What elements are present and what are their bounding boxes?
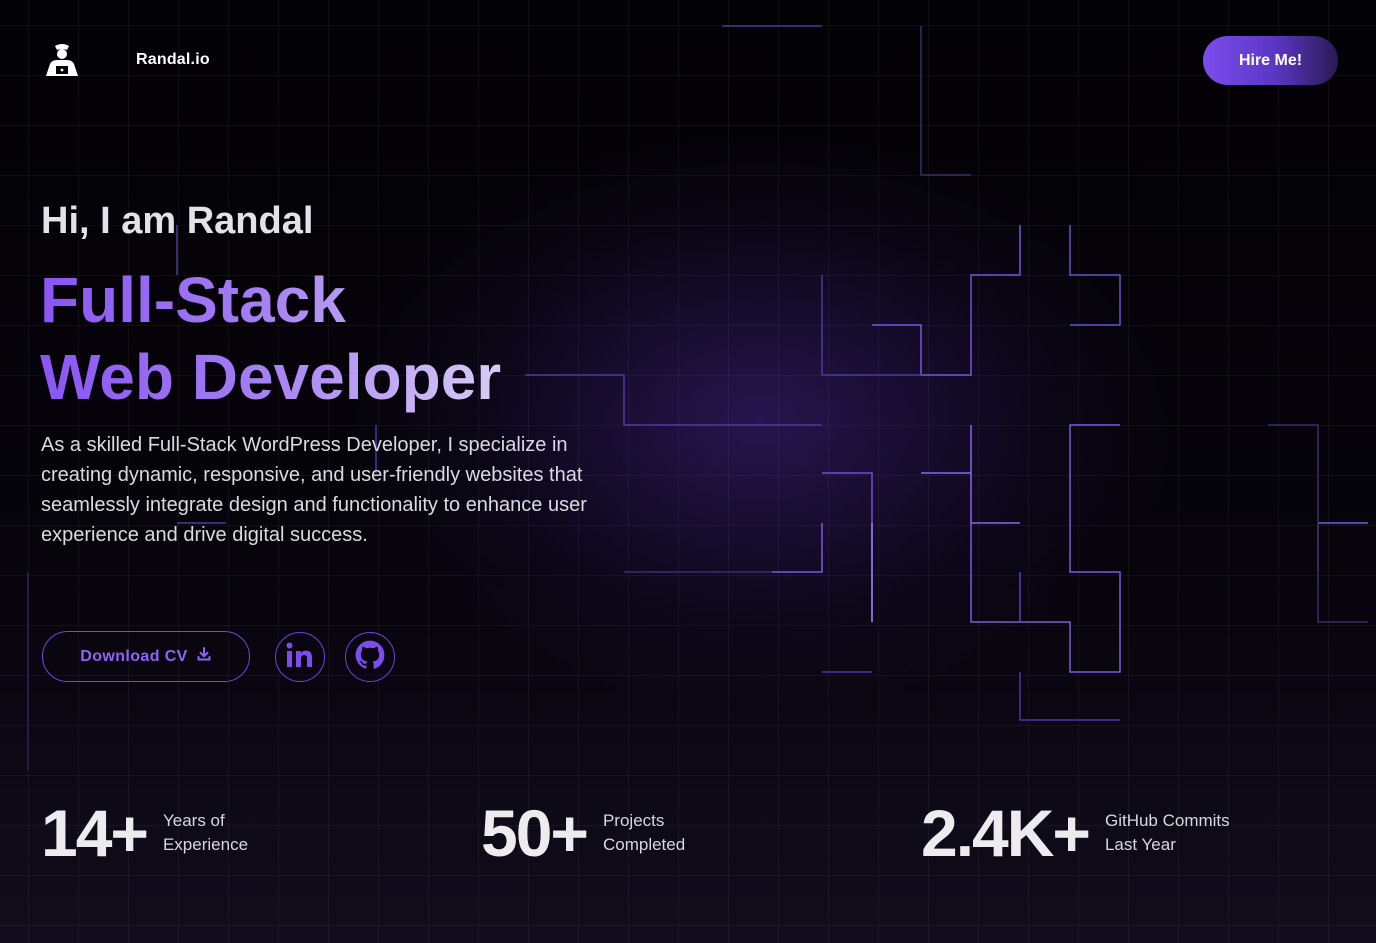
logo-icon[interactable] [42, 42, 82, 80]
download-cv-button[interactable]: Download CV [42, 631, 250, 682]
headline-line-1: Full-Stack [40, 264, 346, 336]
download-cv-label: Download CV [80, 647, 188, 665]
page: Randal.io Hire Me! Hi, I am Randal Full-… [0, 0, 1376, 943]
hire-me-button[interactable]: Hire Me! [1203, 36, 1338, 85]
stat-experience: 14+ Years of Experience [41, 798, 248, 868]
stat-label-line: Projects [602, 811, 665, 830]
stat-label-line: Years of [162, 811, 225, 830]
stat-projects: 50+ Projects Completed [481, 798, 685, 868]
stat-label-line: Last Year [1104, 835, 1176, 854]
stat-label: Projects Completed [603, 809, 685, 857]
stat-label-line: Completed [602, 835, 686, 854]
headline: Full-Stack Web Developer [40, 262, 501, 416]
stat-commits: 2.4K+ GitHub Commits Last Year [921, 798, 1230, 868]
stat-value: 14+ [41, 796, 149, 870]
linkedin-button[interactable] [275, 632, 325, 682]
stat-label-line: GitHub Commits [1104, 811, 1230, 830]
stat-value: 2.4K+ [921, 796, 1091, 870]
stat-label: GitHub Commits Last Year [1105, 809, 1230, 857]
download-icon [196, 646, 212, 667]
github-icon [355, 640, 385, 674]
stat-label-line: Experience [162, 835, 249, 854]
linkedin-icon [285, 640, 315, 674]
hero-description: As a skilled Full-Stack WordPress Develo… [41, 434, 587, 546]
brand-name[interactable]: Randal.io [136, 51, 210, 69]
headline-line-2: Web Developer [40, 341, 502, 413]
stat-value: 50+ [481, 796, 589, 870]
greeting: Hi, I am Randal [41, 200, 314, 242]
stat-label: Years of Experience [163, 809, 248, 857]
github-button[interactable] [345, 632, 395, 682]
